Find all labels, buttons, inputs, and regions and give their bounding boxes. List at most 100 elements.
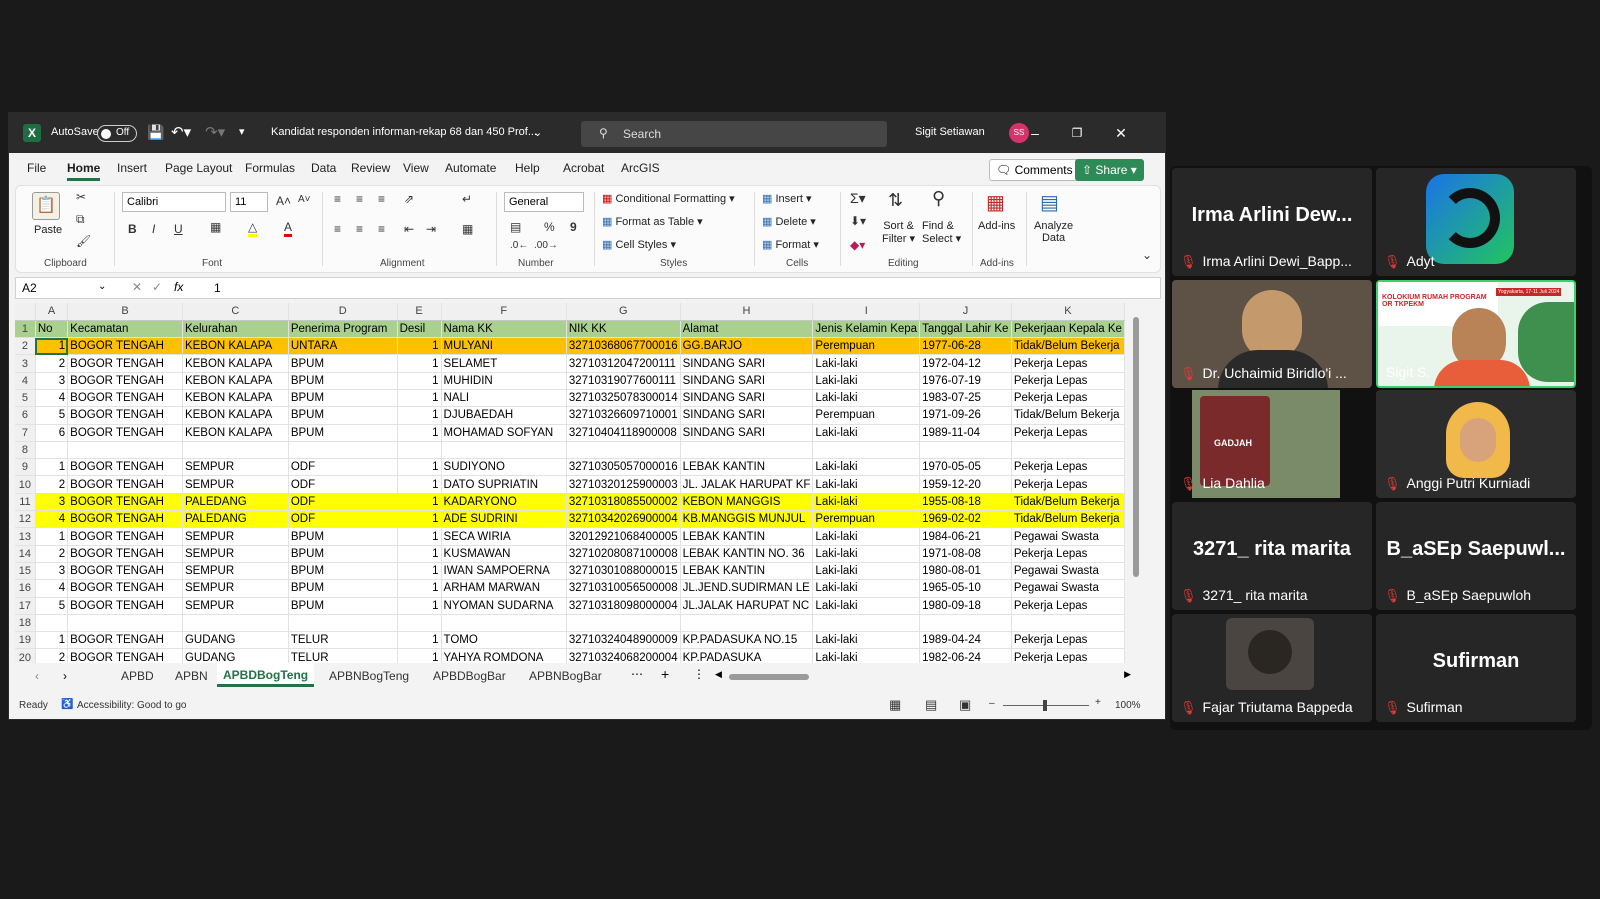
next-sheet-icon[interactable]: › xyxy=(63,669,67,683)
table-cell[interactable]: Pekerja Lepas xyxy=(1011,648,1125,663)
table-cell[interactable]: Laki-laki xyxy=(812,493,921,512)
table-cell[interactable] xyxy=(919,614,1012,633)
table-cell[interactable] xyxy=(566,614,681,633)
table-cell[interactable]: Laki-laki xyxy=(812,354,921,373)
sheet-options-icon[interactable]: ⋮ xyxy=(693,667,705,681)
table-cell[interactable]: 1 xyxy=(397,562,442,581)
table-cell[interactable]: 1 xyxy=(397,648,442,663)
table-cell[interactable] xyxy=(67,441,183,460)
format-as-table-button[interactable]: ▦ Format as Table ▾ xyxy=(602,215,703,228)
table-cell[interactable]: ADE SUDRINI xyxy=(441,510,567,529)
tab-home[interactable]: Home xyxy=(67,161,101,181)
table-cell[interactable]: BOGOR TENGAH xyxy=(67,424,183,442)
italic-icon[interactable]: I xyxy=(152,222,155,236)
decrease-font-icon[interactable]: A˅ xyxy=(298,194,311,205)
table-cell[interactable]: Pegawai Swasta xyxy=(1011,579,1125,598)
align-right-icon[interactable]: ≡ xyxy=(378,222,385,236)
table-cell[interactable]: Perempuan xyxy=(812,510,921,529)
table-cell[interactable]: BOGOR TENGAH xyxy=(67,493,183,512)
add-ins-icon[interactable]: ▦ xyxy=(986,190,1005,215)
select-all-corner[interactable] xyxy=(15,303,36,321)
table-cell[interactable]: SINDANG SARI xyxy=(680,424,814,442)
table-cell[interactable]: 32710208087100008 xyxy=(566,545,681,563)
table-cell[interactable]: 1971-08-08 xyxy=(919,545,1012,563)
decrease-decimal-icon[interactable]: .00→ xyxy=(534,240,558,251)
row-header[interactable]: 20 xyxy=(15,648,36,663)
accessibility-icon[interactable]: ♿ xyxy=(61,699,73,710)
header-cell[interactable]: Desil xyxy=(397,320,442,339)
participant-tile[interactable]: B_aSEp Saepuwl... 🎙 B_aSEp Saepuwloh xyxy=(1376,502,1576,610)
table-cell[interactable]: Pekerja Lepas xyxy=(1011,597,1125,615)
table-cell[interactable]: SINDANG SARI xyxy=(680,372,814,390)
header-cell[interactable]: No xyxy=(35,320,69,339)
table-cell[interactable]: Tidak/Belum Bekerja xyxy=(1011,510,1125,529)
row-header[interactable]: 1 xyxy=(15,320,36,339)
table-cell[interactable]: LEBAK KANTIN xyxy=(680,562,814,581)
header-cell[interactable]: Pekerjaan Kepala Ke xyxy=(1011,320,1125,339)
table-cell[interactable] xyxy=(35,441,69,460)
undo-icon[interactable]: ↶▾ xyxy=(171,123,191,141)
active-cell[interactable]: 1 xyxy=(35,337,69,356)
table-cell[interactable]: 1 xyxy=(397,631,442,650)
table-cell[interactable]: BPUM xyxy=(288,579,398,598)
table-cell[interactable]: 1971-09-26 xyxy=(919,406,1012,425)
table-cell[interactable]: YAHYA ROMDONA xyxy=(441,648,567,663)
format-cells-button[interactable]: ▦ Format ▾ xyxy=(762,238,819,251)
table-cell[interactable]: ODF xyxy=(288,493,398,512)
table-cell[interactable]: ODF xyxy=(288,475,398,494)
table-cell[interactable]: 32710312047200111 xyxy=(566,354,681,373)
table-cell[interactable]: SEMPUR xyxy=(182,475,289,494)
table-cell[interactable] xyxy=(182,441,289,460)
table-cell[interactable]: 1 xyxy=(397,372,442,390)
table-cell[interactable]: Tidak/Belum Bekerja xyxy=(1011,493,1125,512)
table-cell[interactable]: BPUM xyxy=(288,406,398,425)
header-cell[interactable]: Jenis Kelamin Kepa xyxy=(812,320,921,339)
column-header[interactable]: F xyxy=(441,303,567,321)
font-color-icon[interactable]: A xyxy=(284,220,293,237)
table-cell[interactable]: Laki-laki xyxy=(812,372,921,390)
table-cell[interactable]: BPUM xyxy=(288,372,398,390)
page-layout-view-icon[interactable]: ▤ xyxy=(925,697,937,713)
table-cell[interactable]: Laki-laki xyxy=(812,458,921,477)
table-cell[interactable]: SEMPUR xyxy=(182,579,289,598)
row-header[interactable]: 10 xyxy=(15,475,36,494)
table-cell[interactable]: ARHAM MARWAN xyxy=(441,579,567,598)
column-header[interactable]: A xyxy=(35,303,69,321)
table-cell[interactable]: Laki-laki xyxy=(812,648,921,663)
table-cell[interactable]: Laki-laki xyxy=(812,545,921,563)
tab-file[interactable]: File xyxy=(27,161,46,175)
table-cell[interactable]: SEMPUR xyxy=(182,562,289,581)
row-header[interactable]: 17 xyxy=(15,597,36,615)
cut-icon[interactable]: ✂ xyxy=(76,190,86,204)
table-cell[interactable] xyxy=(1011,441,1125,460)
zoom-level[interactable]: 100% xyxy=(1115,700,1141,711)
row-header[interactable]: 18 xyxy=(15,614,36,633)
table-cell[interactable]: PALEDANG xyxy=(182,493,289,512)
table-cell[interactable]: Pegawai Swasta xyxy=(1011,527,1125,546)
table-cell[interactable]: BOGOR TENGAH xyxy=(67,579,183,598)
table-cell[interactable]: KADARYONO xyxy=(441,493,567,512)
tab-automate[interactable]: Automate xyxy=(445,161,496,175)
column-header[interactable]: D xyxy=(288,303,398,321)
table-cell[interactable]: 32710325078300014 xyxy=(566,389,681,408)
table-cell[interactable]: 2 xyxy=(35,475,69,494)
save-icon[interactable]: 💾 xyxy=(147,124,164,141)
table-cell[interactable]: BOGOR TENGAH xyxy=(67,372,183,390)
table-cell[interactable]: DATO SUPRIATIN xyxy=(441,475,567,494)
table-cell[interactable]: SEMPUR xyxy=(182,597,289,615)
table-cell[interactable]: 1 xyxy=(397,354,442,373)
table-cell[interactable]: 1 xyxy=(35,527,69,546)
table-cell[interactable]: 1 xyxy=(35,631,69,650)
header-cell[interactable]: Tanggal Lahir Ke xyxy=(919,320,1012,339)
decrease-indent-icon[interactable]: ⇤ xyxy=(404,222,414,236)
table-cell[interactable]: 4 xyxy=(35,510,69,529)
table-cell[interactable]: BOGOR TENGAH xyxy=(67,458,183,477)
align-bottom-icon[interactable]: ≡ xyxy=(378,192,385,206)
number-format-select[interactable]: General xyxy=(504,192,584,212)
header-cell[interactable]: NIK KK xyxy=(566,320,681,339)
table-cell[interactable]: 1 xyxy=(397,579,442,598)
column-header[interactable]: C xyxy=(182,303,289,321)
table-cell[interactable]: Tidak/Belum Bekerja xyxy=(1011,406,1125,425)
add-ins-button[interactable]: Add-ins xyxy=(978,220,1015,232)
table-cell[interactable]: DJUBAEDAH xyxy=(441,406,567,425)
